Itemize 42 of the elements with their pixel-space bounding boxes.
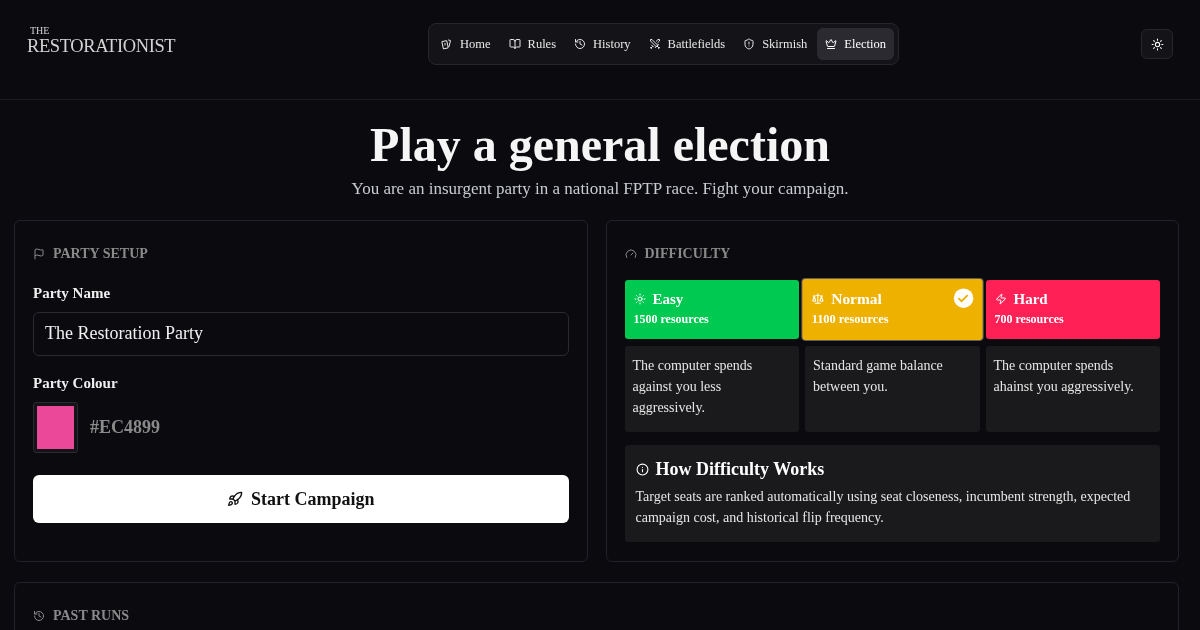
scales-icon xyxy=(811,292,824,305)
party-name-input[interactable]: The Restoration Party xyxy=(33,311,569,356)
section-heading: PAST RUNS xyxy=(53,607,130,625)
cards-icon xyxy=(441,38,453,50)
colour-swatch[interactable] xyxy=(33,402,78,453)
nav-tab[interactable]: Home xyxy=(433,28,499,60)
logo-text: RESTORATIONIST xyxy=(27,36,176,56)
sun-icon xyxy=(1150,37,1164,51)
info-title: How Difficulty Works xyxy=(655,458,825,481)
info-icon xyxy=(635,462,649,476)
field-label: Party Name xyxy=(33,284,112,303)
sun-icon xyxy=(633,293,646,305)
difficulty-description: Standard game balance between you. xyxy=(813,357,944,396)
difficulty-description: The computer spends against you less aggressively. xyxy=(632,357,754,417)
crown-icon xyxy=(825,38,838,50)
logo-small-text: THE xyxy=(29,26,50,36)
info-text: Target seats are ranked automatically using seat closeness, incumbent strength, expected campaign cost, and historical flip frequency. xyxy=(635,488,1132,527)
nav-tab[interactable]: Battlefields xyxy=(640,28,734,60)
lightning-icon xyxy=(994,293,1007,305)
difficulty-option[interactable]: Hard 700 resources xyxy=(985,280,1160,339)
nav-tab[interactable]: Skirmish xyxy=(735,28,816,60)
nav-tab[interactable]: Election xyxy=(817,28,894,60)
page-subtitle: You are an insurgent party in a national FPTP race. Fight your campaign. xyxy=(351,178,849,200)
rocket-icon xyxy=(227,491,243,507)
field-label: Party Colour xyxy=(33,373,119,393)
check-icon xyxy=(953,288,973,308)
colour-hex-text: #EC4899 xyxy=(90,416,160,439)
nav-tab[interactable]: History xyxy=(566,28,639,60)
difficulty-description: The computer spends ahainst you aggressively. xyxy=(993,357,1135,396)
gauge-icon xyxy=(624,247,637,260)
swords-icon xyxy=(648,38,661,50)
section-heading: DIFFICULTY xyxy=(644,245,731,263)
shield-icon xyxy=(743,38,756,50)
start-campaign-button[interactable]: Start Campaign xyxy=(33,475,569,523)
theme-toggle-button[interactable] xyxy=(1141,29,1173,59)
section-heading: PARTY SETUP xyxy=(53,245,148,263)
flag-icon xyxy=(33,247,45,260)
page-title: Play a general election xyxy=(370,117,830,173)
nav-tab[interactable]: Rules xyxy=(500,28,565,60)
history-icon xyxy=(33,609,45,622)
book-icon xyxy=(508,38,521,50)
history-icon xyxy=(574,38,587,50)
